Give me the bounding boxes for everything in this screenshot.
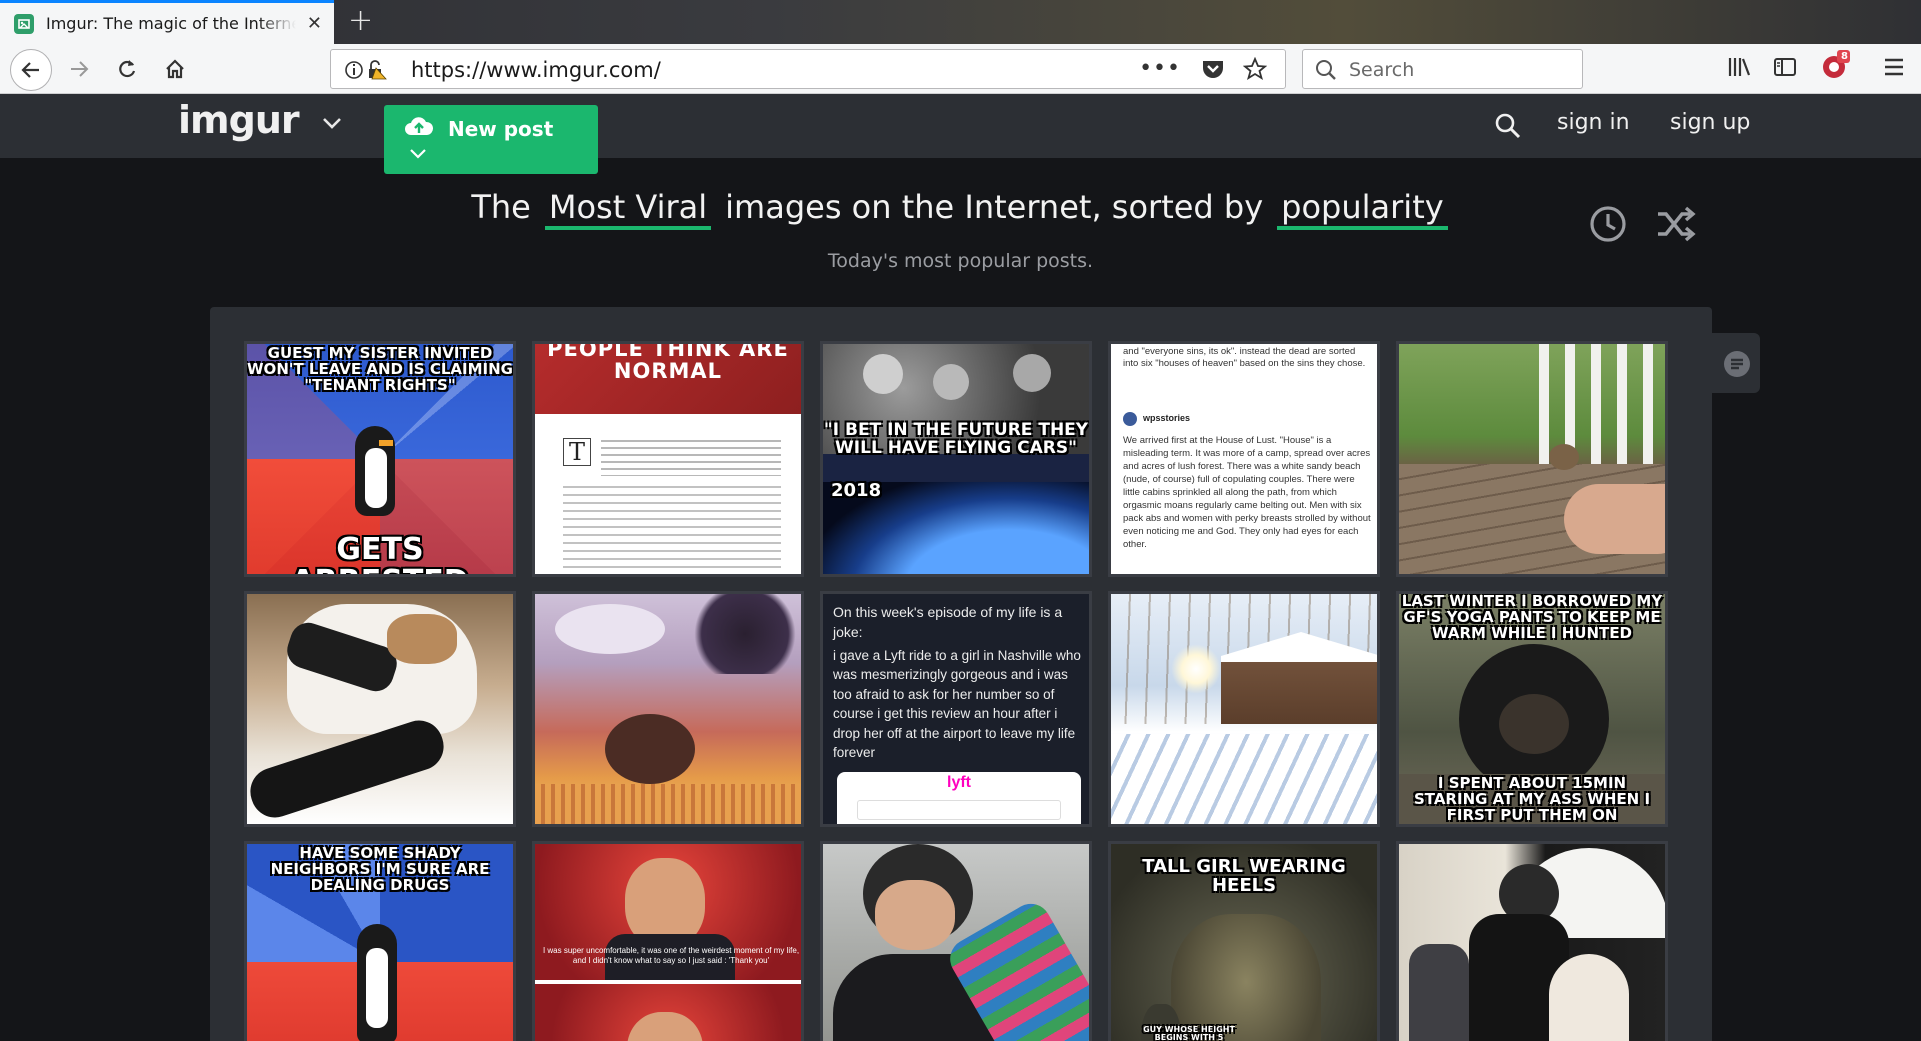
post-thumbnail[interactable] bbox=[1108, 591, 1380, 827]
meme-bottom-text: GUY WHOSE HEIGHT BEGINS WITH 5 bbox=[1143, 1025, 1235, 1041]
arrow-right-icon bbox=[71, 61, 89, 77]
home-button[interactable] bbox=[156, 50, 194, 88]
url-text: https://www.imgur.com/ bbox=[411, 58, 661, 82]
address-bar[interactable]: https://www.imgur.com/ ••• bbox=[330, 49, 1286, 89]
pocket-icon[interactable] bbox=[1201, 58, 1225, 80]
post-thumbnail[interactable]: and "everyone sins, its ok". instead the… bbox=[1108, 341, 1380, 577]
bookmark-star-icon[interactable] bbox=[1243, 57, 1267, 81]
sign-up-link[interactable]: sign up bbox=[1670, 110, 1750, 135]
post-username: wpsstories bbox=[1143, 413, 1191, 423]
section-selector[interactable]: Most Viral bbox=[544, 188, 712, 230]
chevron-down-icon[interactable] bbox=[322, 116, 342, 130]
site-header: imgur New post sign in sign up bbox=[0, 94, 1921, 174]
thumbnail-image: GUEST MY SISTER INVITED WON'T LEAVE AND … bbox=[247, 344, 513, 574]
browser-tab-active[interactable]: Imgur: The magic of the Internet ✕ bbox=[0, 0, 334, 44]
forward-button[interactable] bbox=[60, 50, 98, 88]
extension-button[interactable]: 8 bbox=[1820, 50, 1854, 84]
post-thumbnail[interactable] bbox=[244, 591, 516, 827]
headline-middle: images on the Internet, sorted by bbox=[725, 188, 1264, 226]
search-icon[interactable] bbox=[1494, 112, 1522, 140]
lyft-logo: lyft bbox=[947, 774, 971, 791]
menu-icon[interactable] bbox=[1882, 54, 1906, 80]
post-body-text: i gave a Lyft ride to a girl in Nashvill… bbox=[833, 648, 1081, 761]
page-actions-icon[interactable]: ••• bbox=[1139, 56, 1181, 81]
post-body-text: We arrived first at the House of Lust. "… bbox=[1123, 435, 1371, 550]
thumbnail-image: and "everyone sins, its ok". instead the… bbox=[1111, 344, 1377, 574]
post-thumbnail[interactable]: LAST WINTER I BORROWED MY GF'S YOGA PANT… bbox=[1396, 591, 1668, 827]
post-thumbnail[interactable] bbox=[1396, 841, 1668, 1041]
search-placeholder: Search bbox=[1349, 59, 1415, 81]
site-info-icon[interactable] bbox=[345, 60, 389, 80]
user-avatar bbox=[1123, 412, 1137, 426]
thumbnail-image: I was super uncomfortable, it was one of… bbox=[535, 844, 801, 1041]
thumbnail-image: PEOPLE THINK ARE NORMAL T bbox=[535, 344, 801, 574]
comment-bubble-icon bbox=[1724, 351, 1750, 377]
imgur-logo[interactable]: imgur bbox=[178, 98, 300, 142]
new-tab-icon[interactable]: + bbox=[348, 4, 373, 38]
browser-navigation-bar: https://www.imgur.com/ ••• Search 8 bbox=[0, 44, 1921, 94]
dropcap-icon: T bbox=[563, 438, 591, 466]
thumbnail-image bbox=[535, 594, 801, 824]
tab-title: Imgur: The magic of the Internet bbox=[46, 14, 296, 33]
upload-cloud-icon bbox=[405, 117, 434, 135]
meme-top-text: GUEST MY SISTER INVITED WON'T LEAVE AND … bbox=[247, 344, 513, 394]
meme-top-text: LAST WINTER I BORROWED MY GF'S YOGA PANT… bbox=[1401, 594, 1663, 642]
post-thumbnail[interactable]: GUEST MY SISTER INVITED WON'T LEAVE AND … bbox=[244, 341, 516, 577]
headline-subtitle: Today's most popular posts. bbox=[827, 250, 1094, 272]
thumbnail-image bbox=[247, 594, 513, 824]
post-text-snippet: On this week's episode of my life is a j… bbox=[833, 604, 1063, 641]
browser-tab-strip: Imgur: The magic of the Internet ✕ + bbox=[0, 0, 1921, 44]
headline-prefix: The bbox=[471, 188, 531, 226]
post-text-snippet: and "everyone sins, its ok". instead the… bbox=[1123, 346, 1366, 370]
home-icon bbox=[166, 59, 184, 79]
post-thumbnail[interactable]: On this week's episode of my life is a j… bbox=[820, 591, 1092, 827]
browser-search-field[interactable]: Search bbox=[1302, 49, 1583, 89]
notification-badge: 8 bbox=[1841, 51, 1848, 62]
chevron-down-icon[interactable] bbox=[408, 147, 428, 161]
sign-in-link[interactable]: sign in bbox=[1557, 110, 1630, 135]
shuffle-icon[interactable] bbox=[1656, 206, 1696, 242]
back-button[interactable] bbox=[10, 49, 52, 91]
video-caption: I was super uncomfortable, it was one of… bbox=[542, 946, 800, 965]
post-thumbnail[interactable]: PEOPLE THINK ARE NORMAL T bbox=[532, 341, 804, 577]
meme-top-text: TALL GIRL WEARING HEELS bbox=[1142, 856, 1346, 896]
search-icon bbox=[1316, 60, 1336, 80]
reload-icon bbox=[119, 60, 136, 78]
thumbnail-image bbox=[1399, 844, 1665, 1041]
sort-selector[interactable]: popularity bbox=[1277, 188, 1448, 230]
post-thumbnail[interactable] bbox=[532, 591, 804, 827]
thumbnail-image: TALL GIRL WEARING HEELS GUY WHOSE HEIGHT… bbox=[1111, 844, 1377, 1041]
meme-top-text: "I BET IN THE FUTURE THEY WILL HAVE FLYI… bbox=[823, 420, 1089, 458]
thumbnail-image bbox=[823, 844, 1089, 1041]
close-tab-icon[interactable]: ✕ bbox=[307, 13, 322, 34]
arrow-left-icon bbox=[21, 62, 39, 78]
thumbnail-image bbox=[1111, 594, 1377, 824]
sidebar-toggle-icon[interactable] bbox=[1772, 54, 1798, 80]
article-heading: PEOPLE THINK ARE NORMAL bbox=[547, 344, 789, 384]
post-thumbnail[interactable] bbox=[1396, 341, 1668, 577]
imgur-favicon-icon bbox=[14, 13, 34, 34]
post-thumbnail[interactable] bbox=[820, 841, 1092, 1041]
thumbnail-image: "I BET IN THE FUTURE THEY WILL HAVE FLYI… bbox=[823, 344, 1089, 574]
meme-bottom-text: 2018 bbox=[831, 480, 882, 501]
meme-top-text: HAVE SOME SHADY NEIGHBORS I'M SURE ARE D… bbox=[270, 844, 490, 894]
new-post-button[interactable]: New post bbox=[384, 105, 598, 174]
thumbnail-image bbox=[1399, 344, 1665, 574]
post-thumbnail[interactable]: I was super uncomfortable, it was one of… bbox=[532, 841, 804, 1041]
thumbnail-image: HAVE SOME SHADY NEIGHBORS I'M SURE ARE D… bbox=[247, 844, 513, 1041]
thumbnail-image: On this week's episode of my life is a j… bbox=[823, 594, 1089, 824]
post-thumbnail[interactable]: "I BET IN THE FUTURE THEY WILL HAVE FLYI… bbox=[820, 341, 1092, 577]
gallery-headline: The Most Viral images on the Internet, sor… bbox=[0, 188, 1921, 230]
meme-bottom-text: I SPENT ABOUT 15MIN STARING AT MY ASS WH… bbox=[1413, 774, 1651, 824]
new-post-label: New post bbox=[448, 117, 554, 141]
meme-bottom-text: GETS ARRESTED bbox=[291, 532, 468, 574]
reload-button[interactable] bbox=[108, 50, 146, 88]
post-thumbnail[interactable]: TALL GIRL WEARING HEELS GUY WHOSE HEIGHT… bbox=[1108, 841, 1380, 1041]
thumbnail-image: LAST WINTER I BORROWED MY GF'S YOGA PANT… bbox=[1399, 594, 1665, 824]
post-thumbnail[interactable]: HAVE SOME SHADY NEIGHBORS I'M SURE ARE D… bbox=[244, 841, 516, 1041]
clock-icon[interactable] bbox=[1588, 204, 1628, 244]
comments-tab[interactable] bbox=[1712, 333, 1760, 393]
library-icon[interactable] bbox=[1726, 54, 1752, 80]
